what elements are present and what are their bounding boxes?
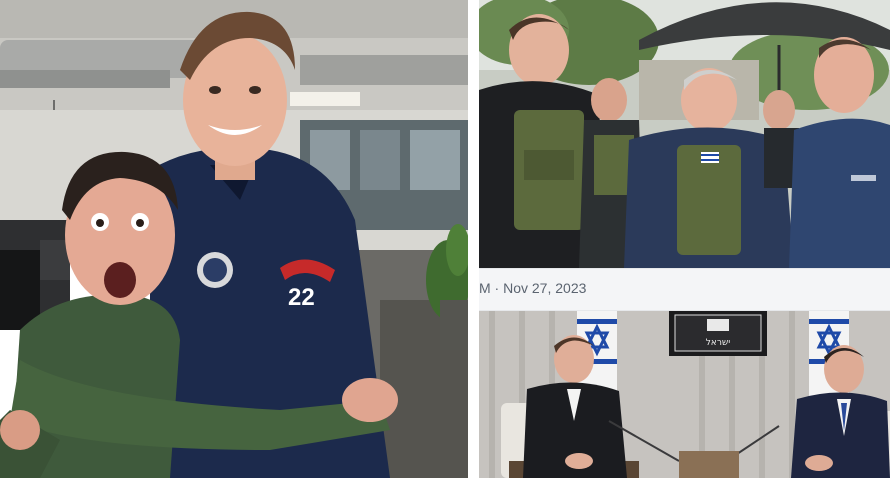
photo-office-hug[interactable]: 22 [0, 0, 468, 478]
photo-formal-meeting[interactable]: ישראל [479, 311, 890, 478]
photo-formal-meeting-drawing: ישראל [479, 311, 890, 478]
post-date-caption[interactable]: M · Nov 27, 2023 [479, 280, 586, 296]
caption-strip: M · Nov 27, 2023 [479, 268, 890, 311]
jacket-patch-number: 22 [288, 284, 315, 311]
photo-office-hug-drawing: 22 [0, 0, 468, 478]
plaque-text: ישראל [706, 338, 731, 348]
photo-outdoor-group[interactable] [479, 0, 890, 268]
image-collage: 22 M · Nov 27, 2023 ישראל [0, 0, 890, 478]
photo-outdoor-group-drawing [479, 0, 890, 268]
